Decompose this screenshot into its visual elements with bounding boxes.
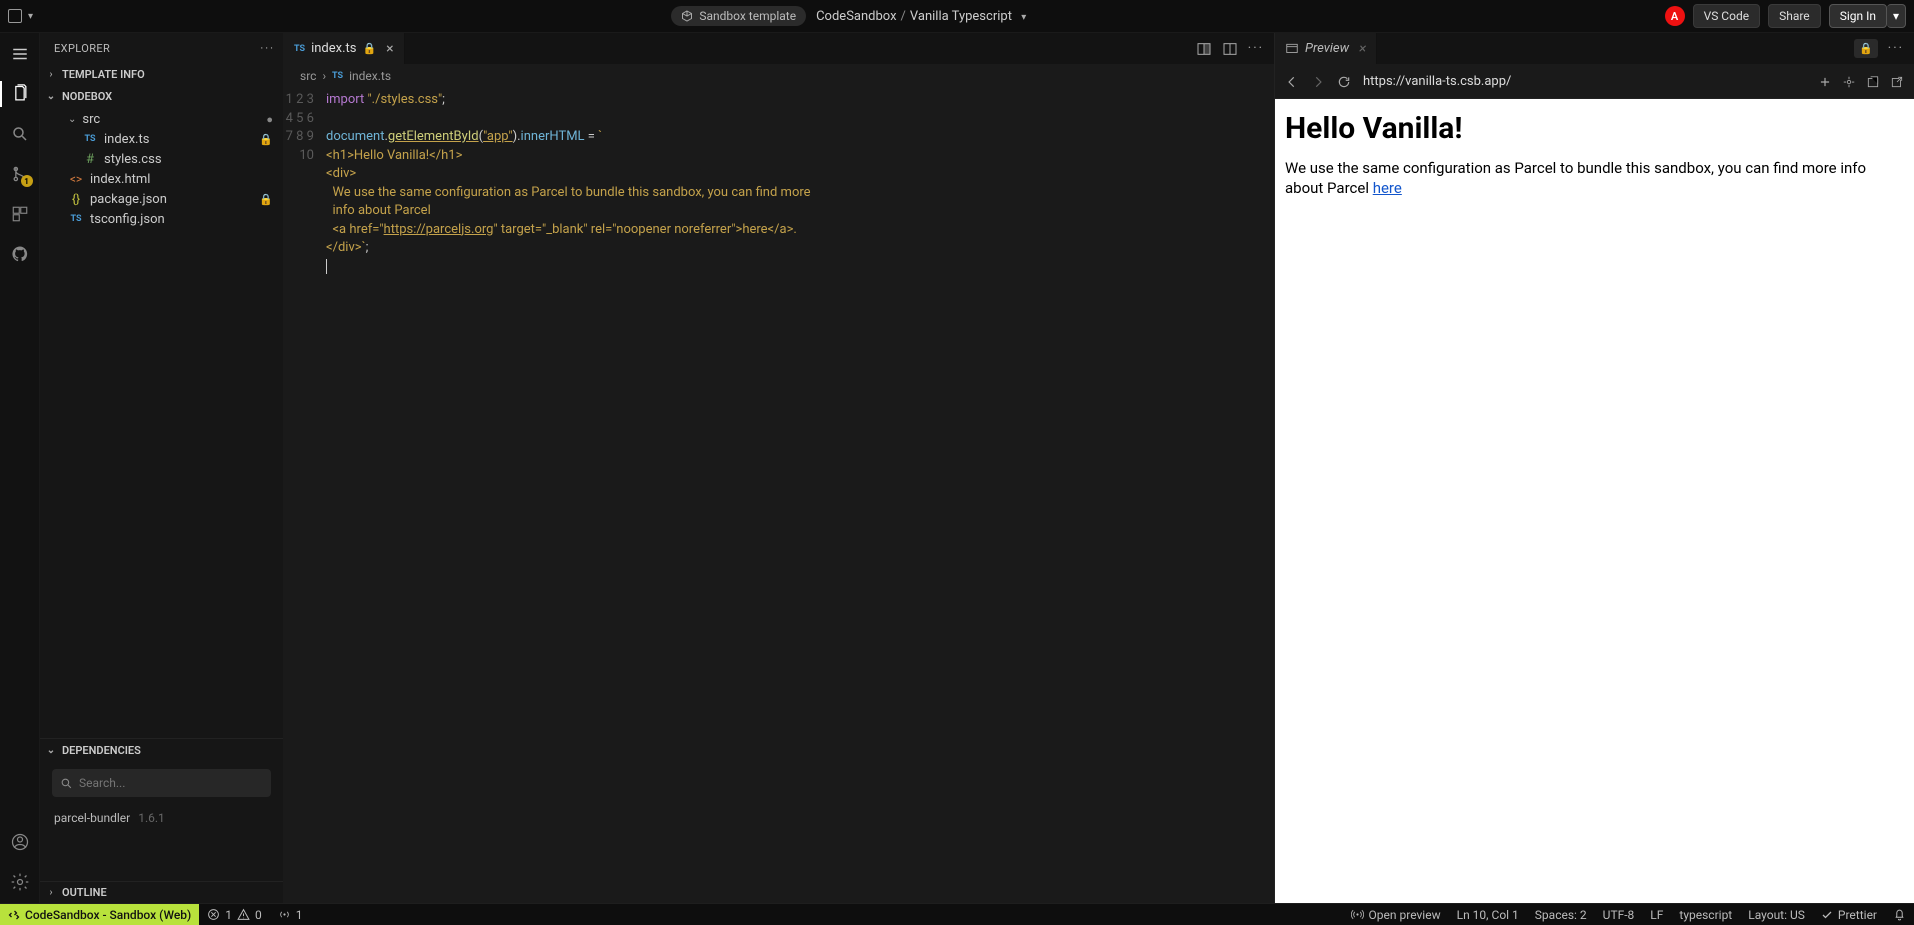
open-preview-button[interactable]: Open preview [1343,904,1449,925]
encoding-indicator[interactable]: UTF-8 [1595,904,1643,925]
section-dependencies[interactable]: ⌄DEPENDENCIES [40,739,283,761]
css-icon: # [82,152,98,167]
html-icon: <> [68,172,84,186]
titlebar: ▾ Sandbox template CodeSandbox/Vanilla T… [0,0,1914,33]
file-index-ts[interactable]: TSindex.ts🔒 [40,129,283,149]
bell-icon[interactable] [1885,904,1914,925]
sidebar: EXPLORER ··· ›TEMPLATE INFO ⌄NODEBOX ⌄sr… [40,33,284,903]
menu-icon[interactable] [9,43,31,65]
source-control-badge: 1 [21,175,33,187]
typescript-icon: TS [332,71,343,81]
folder-src[interactable]: ⌄src● [40,109,283,129]
eol-indicator[interactable]: LF [1642,904,1671,925]
code-editor[interactable]: 1 2 3 4 5 6 7 8 9 10 import "./styles.cs… [284,87,1274,903]
split-right-icon[interactable] [1196,41,1212,57]
section-template-info[interactable]: ›TEMPLATE INFO [40,63,283,85]
preview-urlbar: https://vanilla-ts.csb.app/ [1275,65,1914,99]
preview-link[interactable]: here [1373,179,1402,197]
statusbar: CodeSandbox - Sandbox (Web) 1 0 1 Open p… [0,903,1914,925]
check-icon [1821,909,1833,921]
warning-icon [237,908,250,921]
lock-icon: 🔒 [259,133,273,146]
language-indicator[interactable]: typescript [1671,904,1740,925]
reload-icon[interactable] [1337,75,1351,89]
tab-index-ts[interactable]: TS index.ts 🔒 × [284,33,405,64]
vscode-button[interactable]: VS Code [1693,4,1761,28]
signin-button[interactable]: Sign In [1829,4,1887,28]
line-gutter: 1 2 3 4 5 6 7 8 9 10 [284,87,326,903]
layout-icon[interactable] [8,9,22,23]
add-icon[interactable] [1818,75,1832,89]
error-icon [207,908,220,921]
preview-text: We use the same configuration as Parcel … [1285,158,1904,199]
editor-area: TS index.ts 🔒 × ··· src› TS index.ts 1 2… [284,33,1274,903]
sidebar-title: EXPLORER ··· [40,33,283,63]
file-tsconfig-json[interactable]: TStsconfig.json [40,209,283,229]
split-icon[interactable] [1222,41,1238,57]
broadcast-icon [1351,908,1364,921]
account-icon[interactable] [9,831,31,853]
back-icon[interactable] [1285,75,1299,89]
preview-frame: Hello Vanilla! We use the same configura… [1275,99,1914,903]
file-styles-css[interactable]: #styles.css [40,149,283,169]
signin-chevron-button[interactable]: ▾ [1887,4,1906,28]
breadcrumb[interactable]: CodeSandbox/Vanilla Typescript ▾ [816,9,1026,24]
layout-indicator[interactable]: Layout: US [1740,904,1813,925]
preview-heading: Hello Vanilla! [1285,111,1904,146]
problems-indicator[interactable]: 1 0 [199,904,270,925]
file-package-json[interactable]: {}package.json🔒 [40,189,283,209]
dependency-search-input[interactable] [79,776,263,790]
json-icon: {} [68,192,84,206]
editor-tabbar: TS index.ts 🔒 × ··· [284,33,1274,65]
broadcast-icon [278,908,291,921]
typescript-icon: TS [68,214,84,224]
lock-icon: 🔒 [362,42,376,55]
source-control-icon[interactable]: 1 [9,163,31,185]
activity-bar: 1 [0,33,40,903]
more-icon[interactable]: ··· [1248,41,1264,56]
remote-indicator[interactable]: CodeSandbox - Sandbox (Web) [0,904,199,925]
lock-icon: 🔒 [259,193,273,206]
chevron-down-icon[interactable]: ▾ [1021,12,1026,23]
tab-preview[interactable]: Preview × [1275,33,1377,64]
box-icon [681,10,693,22]
forward-icon[interactable] [1311,75,1325,89]
sandbox-template-pill[interactable]: Sandbox template [671,6,806,26]
indent-indicator[interactable]: Spaces: 2 [1527,904,1595,925]
remote-icon [8,909,20,921]
github-icon[interactable] [9,243,31,265]
explorer-icon[interactable] [9,83,31,105]
dependency-row[interactable]: parcel-bundler1.6.1 [40,805,283,831]
file-tree: ⌄src● TSindex.ts🔒 #styles.css <>index.ht… [40,107,283,231]
search-icon [60,777,73,790]
preview-icon [1285,42,1299,56]
close-icon[interactable]: × [386,41,393,57]
more-icon[interactable]: ··· [1888,41,1904,56]
external-icon[interactable] [1890,75,1904,89]
editor-breadcrumb[interactable]: src› TS index.ts [284,65,1274,87]
preview-panel: Preview × 🔒 ··· https://vanilla-ts.csb.a… [1274,33,1914,903]
preview-url[interactable]: https://vanilla-ts.csb.app/ [1363,74,1806,89]
settings-icon[interactable] [9,871,31,893]
prettier-indicator[interactable]: Prettier [1813,904,1885,925]
avatar[interactable]: A [1665,6,1685,26]
typescript-icon: TS [294,44,305,54]
file-index-html[interactable]: <>index.html [40,169,283,189]
section-nodebox[interactable]: ⌄NODEBOX [40,85,283,107]
more-icon[interactable]: ··· [260,42,275,55]
share-button[interactable]: Share [1768,4,1821,28]
extensions-icon[interactable] [9,203,31,225]
lock-icon[interactable]: 🔒 [1854,39,1878,58]
section-outline[interactable]: ›OUTLINE [40,881,283,903]
typescript-icon: TS [82,134,98,144]
search-icon[interactable] [9,123,31,145]
dependency-search[interactable] [52,769,271,797]
modified-dot-icon: ● [266,113,273,126]
code-lines[interactable]: import "./styles.css"; document.getEleme… [326,87,1274,903]
ports-indicator[interactable]: 1 [270,904,311,925]
close-icon[interactable]: × [1359,41,1366,57]
cursor-position[interactable]: Ln 10, Col 1 [1449,904,1527,925]
target-icon[interactable] [1842,75,1856,89]
open-window-icon[interactable] [1866,75,1880,89]
